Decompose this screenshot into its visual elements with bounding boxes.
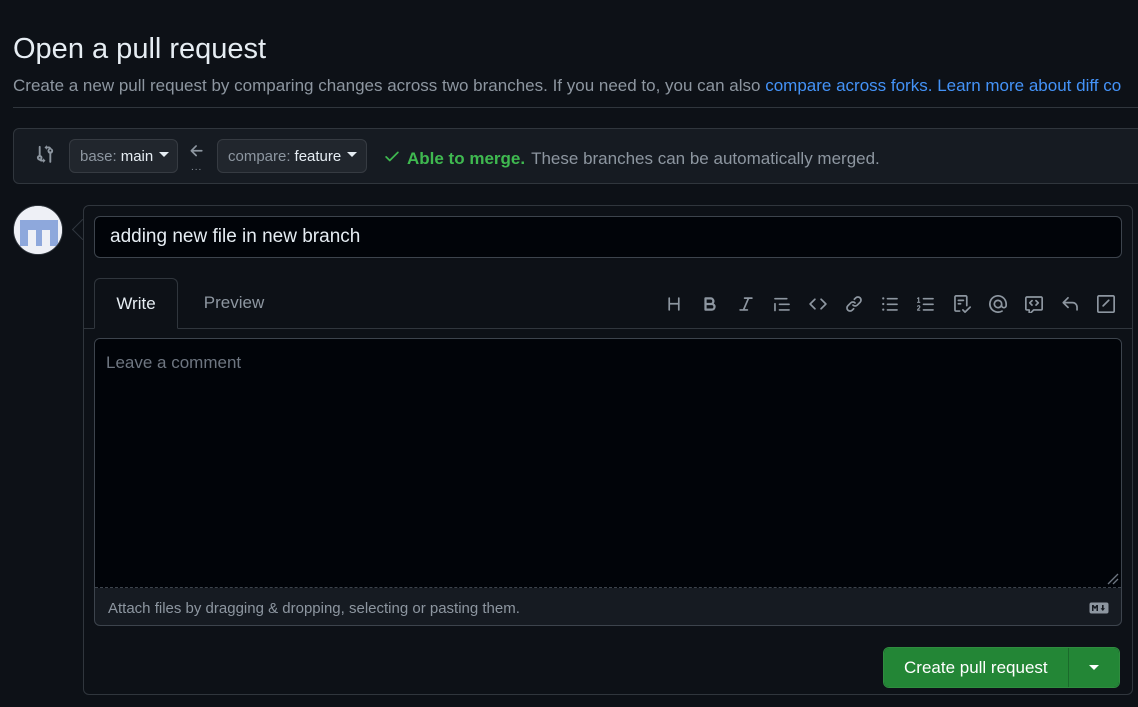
- comment-textarea[interactable]: [95, 339, 1121, 588]
- quote-icon[interactable]: [764, 292, 800, 316]
- tab-write[interactable]: Write: [94, 278, 178, 329]
- resize-grip-icon[interactable]: [1103, 569, 1119, 590]
- slash-command-icon[interactable]: [1088, 292, 1124, 316]
- compare-value: feature: [294, 147, 342, 165]
- merge-status: Able to merge. These branches can be aut…: [383, 147, 880, 170]
- branch-range-editor: base: main ... compare: feature Able to …: [13, 128, 1138, 184]
- range-dots: ...: [191, 162, 203, 173]
- markdown-icon[interactable]: [1089, 601, 1109, 619]
- base-branch-select[interactable]: base: main: [69, 139, 178, 173]
- compare-branch-select[interactable]: compare: feature: [217, 139, 367, 173]
- reply-icon[interactable]: [1052, 292, 1088, 316]
- identicon-icon: [14, 206, 62, 254]
- pr-title-input[interactable]: [94, 216, 1122, 258]
- markdown-toolbar: [656, 292, 1124, 316]
- page-subtitle: Create a new pull request by comparing c…: [13, 76, 1121, 96]
- compare-label: compare:: [228, 147, 291, 165]
- learn-more-link[interactable]: Learn more about diff co: [937, 76, 1121, 95]
- tab-preview[interactable]: Preview: [188, 278, 280, 328]
- caret-down-icon: [1088, 665, 1099, 670]
- subtitle-text: Create a new pull request by comparing c…: [13, 76, 766, 95]
- base-label: base:: [80, 147, 117, 165]
- caret-down-icon: [347, 151, 358, 157]
- heading-icon[interactable]: [656, 292, 692, 316]
- code-icon[interactable]: [800, 292, 836, 316]
- attach-files-hint[interactable]: Attach files by dragging & dropping, sel…: [108, 600, 520, 617]
- header-divider: [13, 107, 1138, 108]
- comment-editor: Attach files by dragging & dropping, sel…: [94, 338, 1122, 626]
- merge-message: These branches can be automatically merg…: [531, 148, 880, 168]
- avatar[interactable]: [13, 205, 63, 255]
- italic-icon[interactable]: [728, 292, 764, 316]
- task-list-icon[interactable]: [944, 292, 980, 316]
- ordered-list-icon[interactable]: [908, 292, 944, 316]
- caret-down-icon: [159, 151, 170, 157]
- unordered-list-icon[interactable]: [872, 292, 908, 316]
- mention-icon[interactable]: [980, 292, 1016, 316]
- bold-icon[interactable]: [692, 292, 728, 316]
- merge-ok-text: Able to merge.: [407, 148, 526, 168]
- git-compare-icon: [35, 144, 55, 169]
- link-icon[interactable]: [836, 292, 872, 316]
- check-icon: [383, 147, 401, 170]
- pull-request-form: Write Preview Attach files by dragging &…: [83, 205, 1133, 695]
- editor-tabs: Write Preview: [84, 278, 1132, 329]
- page-title: Open a pull request: [13, 33, 267, 65]
- create-pull-request-button[interactable]: Create pull request: [884, 648, 1068, 687]
- compare-forks-link[interactable]: compare across forks.: [765, 76, 932, 95]
- base-value: main: [120, 147, 154, 165]
- reference-icon[interactable]: [1016, 292, 1052, 316]
- create-pr-button-group: Create pull request: [883, 647, 1120, 688]
- create-pr-dropdown-button[interactable]: [1067, 648, 1119, 687]
